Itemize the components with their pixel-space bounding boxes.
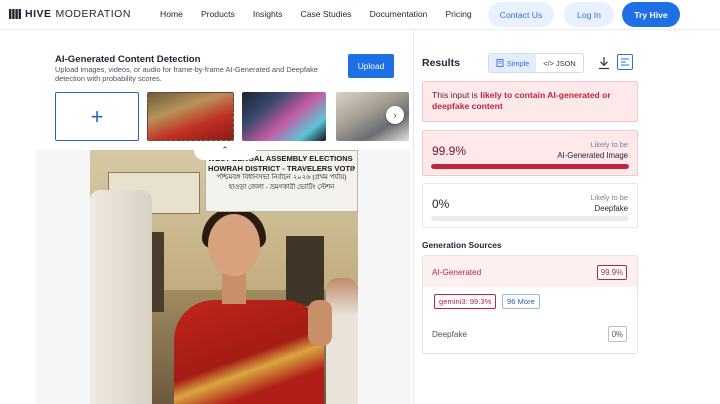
source-model-chip[interactable]: gemini3: 99.3%: [434, 294, 497, 309]
chevron-up-icon[interactable]: ⌃: [194, 141, 256, 160]
logo-text-bold: HIVE: [25, 8, 52, 20]
alert-prefix: This input is: [432, 90, 481, 100]
photo-door-right: [286, 236, 324, 306]
generation-sources-title: Generation Sources: [422, 240, 502, 250]
logo-text-light: MODERATION: [55, 8, 131, 20]
photo-person-left: [90, 190, 152, 404]
nav-link-case-studies[interactable]: Case Studies: [300, 9, 351, 19]
top-navbar: HIVE MODERATION Home Products Insights C…: [0, 0, 720, 30]
ai-score-bar: [431, 164, 629, 169]
deepfake-score-value: 0%: [432, 197, 450, 211]
thumbnail-selected[interactable]: [147, 92, 234, 141]
report-icon[interactable]: [617, 54, 633, 70]
deepfake-category-label: Deepfake: [594, 204, 628, 213]
chevron-right-icon[interactable]: ›: [386, 106, 404, 124]
sample-thumbnails: +: [55, 92, 409, 141]
detection-description: Upload images, videos, or audio for fram…: [55, 65, 318, 83]
source-ai-badge: 99.9%: [596, 265, 627, 280]
view-toggle: Simple </> JSON: [488, 53, 584, 73]
sign-line-2: HOWRAH DISTRICT - TRAVELERS VOTING STATI…: [208, 163, 355, 173]
detection-title: AI-Generated Content Detection: [55, 54, 201, 65]
ai-category-label: AI-Generated Image: [557, 151, 628, 160]
report-lines-icon: [621, 58, 629, 66]
ai-likely-label: Likely to be: [590, 140, 628, 149]
contact-us-button[interactable]: Contact Us: [488, 2, 554, 27]
source-deepfake-badge: 0%: [607, 326, 627, 342]
photo-saree: [174, 300, 324, 404]
view-simple-tab[interactable]: Simple: [489, 54, 536, 72]
photo-face: [208, 214, 260, 276]
download-icon[interactable]: [598, 56, 610, 70]
sign-line-4: হাওড়া জেলা - ভ্রমণকারী ভোটিং স্টেশন: [228, 183, 335, 191]
ai-generated-score-card: 99.9% Likely to be AI-Generated Image: [422, 130, 638, 176]
nav-links: Home Products Insights Case Studies Docu…: [160, 9, 490, 19]
panel-divider: [413, 30, 414, 404]
deepfake-score-card: 0% Likely to be Deepfake: [422, 183, 638, 228]
ai-score-value: 99.9%: [432, 144, 467, 158]
view-json-tab[interactable]: </> JSON: [536, 54, 583, 72]
thumbnail-2[interactable]: [242, 92, 326, 141]
add-media-button[interactable]: +: [55, 92, 139, 141]
log-in-button[interactable]: Log In: [564, 2, 614, 27]
deepfake-likely-label: Likely to be: [590, 193, 628, 202]
plus-icon: +: [90, 103, 104, 129]
photo-hand: [308, 300, 332, 346]
more-sources-button[interactable]: 96 More: [502, 294, 540, 309]
photo-person-right: [326, 278, 358, 404]
try-hive-button[interactable]: Try Hive: [622, 2, 680, 27]
document-icon: [496, 59, 504, 67]
generation-sources-box: AI-Generated 99.9% gemini3: 99.3% 96 Mor…: [422, 255, 638, 354]
hive-logo[interactable]: HIVE MODERATION: [9, 8, 131, 20]
view-json-label: </> JSON: [543, 58, 576, 68]
ai-score-bar-fill: [431, 164, 629, 169]
results-title: Results: [422, 57, 460, 69]
result-alert: This input is likely to contain AI-gener…: [422, 81, 638, 122]
nav-link-home[interactable]: Home: [160, 9, 183, 19]
deepfake-score-bar: [431, 216, 629, 221]
nav-link-products[interactable]: Products: [201, 9, 235, 19]
source-ai-row: AI-Generated 99.9%: [423, 256, 637, 287]
sign-line-3: পশ্চিমবঙ্গ বিধানসভা নির্বাচন ২০২৬ (প্রথম…: [216, 174, 347, 181]
hive-logo-icon: [9, 9, 21, 19]
upload-button[interactable]: Upload: [348, 54, 394, 78]
nav-link-documentation[interactable]: Documentation: [370, 9, 428, 19]
source-deepfake-label: Deepfake: [432, 330, 468, 339]
nav-link-pricing[interactable]: Pricing: [445, 9, 471, 19]
view-simple-label: Simple: [506, 58, 530, 68]
nav-link-insights[interactable]: Insights: [253, 9, 283, 19]
source-ai-label: AI-Generated: [432, 268, 482, 277]
